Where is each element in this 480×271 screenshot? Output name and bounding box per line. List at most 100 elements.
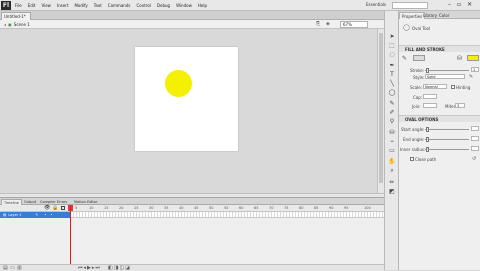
scale-select[interactable]: Normal: [423, 84, 447, 89]
brush-icon[interactable]: ✐: [388, 109, 396, 116]
onion-skin-icons[interactable]: ◧◨◫◪: [108, 265, 131, 271]
hand-tool-icon[interactable]: ✋: [388, 158, 396, 165]
stroke-color-icon[interactable]: ✏: [388, 179, 396, 186]
cap-select[interactable]: [423, 94, 437, 99]
playhead[interactable]: [70, 205, 71, 265]
stage[interactable]: [135, 47, 238, 151]
scene-breadcrumb[interactable]: ◂ ▣ Scene 1: [4, 20, 30, 29]
stroke-slider[interactable]: [425, 68, 469, 73]
frame-number: 15: [104, 206, 109, 210]
close-icon[interactable]: ✕: [467, 1, 472, 8]
fill-stroke-section[interactable]: FILL AND STROKE: [399, 45, 480, 52]
close-path-checkbox[interactable]: [410, 157, 414, 161]
reset-icon[interactable]: ↺: [472, 156, 476, 162]
edit-scene-icon[interactable]: ⎘: [316, 21, 320, 27]
menu-list: File Edit View Insert Modify Text Comman…: [15, 0, 207, 11]
end-angle-knob[interactable]: [426, 137, 429, 142]
pencil-icon[interactable]: ✎: [388, 100, 396, 107]
layer-icon: ▤: [3, 213, 7, 217]
frame-number: 100: [364, 206, 371, 210]
workspace-switcher[interactable]: Essentials: [366, 2, 388, 9]
fill-color-icon[interactable]: ◩: [388, 188, 396, 195]
frame-number: 75: [284, 206, 289, 210]
menu-view[interactable]: View: [41, 3, 51, 8]
menu-debug[interactable]: Debug: [157, 3, 170, 8]
menu-commands[interactable]: Commands: [108, 3, 131, 8]
start-angle-slider[interactable]: [425, 127, 469, 132]
zoom-tool-icon[interactable]: ⌕: [388, 167, 396, 174]
menu-control[interactable]: Control: [136, 3, 150, 8]
new-folder-icon[interactable]: ▭: [10, 265, 15, 271]
start-angle-field[interactable]: [471, 126, 479, 131]
style-select[interactable]: Solid: [425, 74, 465, 79]
frame-number: 30: [149, 206, 154, 210]
end-angle-field[interactable]: [471, 136, 479, 141]
stroke-color-swatch[interactable]: [413, 55, 425, 61]
new-layer-icon[interactable]: ▤: [3, 265, 8, 271]
timeline-panel: Timeline Output Compiler Errors Motion E…: [0, 197, 384, 271]
pencil-icon: ✎: [35, 213, 39, 217]
layer-name-cell[interactable]: ▤ Layer 1 ✎ • •: [0, 212, 70, 218]
hinting-label: Hinting: [456, 85, 471, 90]
scrollbar-thumb[interactable]: [379, 33, 383, 183]
oval-tool-icon[interactable]: ◯: [388, 89, 396, 96]
menu-edit[interactable]: Edit: [28, 3, 36, 8]
inner-radius-label: Inner radius:: [400, 147, 426, 152]
playback-controls[interactable]: ⏮◂▶▸⏭: [78, 265, 101, 271]
back-arrow-icon[interactable]: ◂: [4, 22, 6, 27]
inner-radius-slider[interactable]: [425, 147, 469, 152]
stroke-field[interactable]: 1: [471, 67, 479, 72]
selection-tool-icon[interactable]: ➤: [388, 33, 396, 40]
inner-radius-knob[interactable]: [426, 147, 429, 152]
start-angle-knob[interactable]: [426, 127, 429, 132]
vertical-scrollbar[interactable]: [377, 29, 384, 194]
cap-label: Cap:: [413, 95, 423, 100]
minimize-icon[interactable]: –: [448, 1, 451, 8]
outline-icon[interactable]: [61, 206, 65, 210]
join-select[interactable]: [423, 103, 437, 108]
line-tool-icon[interactable]: ╲: [388, 80, 396, 87]
lock-icon[interactable]: 🔒: [52, 205, 58, 211]
scene-label: Scene 1: [13, 22, 30, 27]
oval-options-section[interactable]: OVAL OPTIONS: [399, 115, 480, 122]
edit-style-icon[interactable]: ✎: [469, 74, 473, 80]
hinting-checkbox[interactable]: [451, 85, 455, 89]
menu-modify[interactable]: Modify: [74, 3, 87, 8]
delete-icon[interactable]: ▥: [17, 265, 22, 271]
menu-help[interactable]: Help: [198, 3, 207, 8]
pencil-icon: ✎: [402, 55, 408, 62]
fill-color-swatch[interactable]: [467, 55, 479, 61]
help-search-input[interactable]: [392, 2, 428, 9]
inner-radius-field[interactable]: [471, 146, 479, 151]
text-tool-icon[interactable]: T: [388, 71, 396, 78]
document-tab[interactable]: Untitled-1*: [1, 12, 31, 20]
edit-symbol-icon[interactable]: ◈: [326, 21, 330, 27]
end-angle-slider[interactable]: [425, 137, 469, 142]
pen-tool-icon[interactable]: ✒: [388, 62, 396, 69]
scene-icon: ▣: [8, 22, 12, 27]
menu-insert[interactable]: Insert: [57, 3, 68, 8]
eyedropper-icon[interactable]: ⌁: [388, 138, 396, 145]
menu-window[interactable]: Window: [176, 3, 192, 8]
yellow-circle[interactable]: [165, 70, 192, 97]
frame-number: 35: [164, 206, 169, 210]
lasso-icon[interactable]: ◌: [388, 51, 396, 58]
menu-file[interactable]: File: [15, 3, 22, 8]
stroke-label: Stroke:: [410, 68, 425, 73]
properties-panel: Properties Library Color ◯ Oval Tool FIL…: [399, 11, 480, 270]
bone-tool-icon[interactable]: ⚲: [388, 118, 396, 125]
tab-color[interactable]: Color: [437, 12, 451, 19]
menu-text[interactable]: Text: [94, 3, 102, 8]
zoom-select[interactable]: 67%: [340, 21, 368, 28]
frame-number: 70: [269, 206, 274, 210]
frame-number: 50: [209, 206, 214, 210]
free-transform-icon[interactable]: ⬚: [388, 42, 396, 49]
eye-icon[interactable]: 👁: [44, 205, 50, 211]
miter-field[interactable]: 3: [455, 103, 465, 108]
paint-bucket-icon[interactable]: ⛁: [388, 129, 396, 136]
stroke-slider-knob[interactable]: [426, 68, 429, 73]
frames-area[interactable]: [70, 212, 384, 218]
maximize-icon[interactable]: ▫: [457, 1, 461, 8]
menu-bar: Fl File Edit View Insert Modify Text Com…: [0, 0, 480, 11]
eraser-icon[interactable]: ▭: [388, 147, 396, 154]
